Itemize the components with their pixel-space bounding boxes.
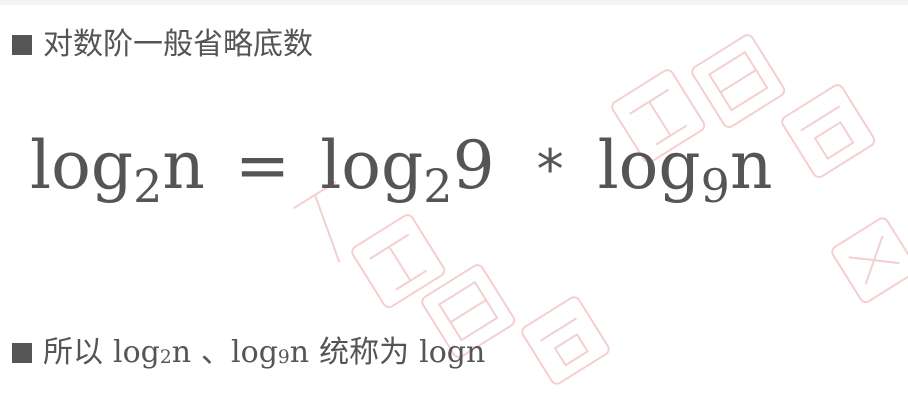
conclusion-term1-log: log: [113, 335, 160, 370]
formula-lhs-base: 2: [133, 159, 163, 213]
formula-equals: =: [234, 127, 291, 204]
conclusion-term1-base: 2: [159, 346, 172, 368]
bullet-square-icon: [12, 35, 32, 55]
conclusion-middle: 统称为: [319, 335, 410, 370]
conclusion-separator: 、: [201, 335, 232, 370]
formula-lhs-arg: n: [162, 127, 205, 204]
formula-rhs1-arg: 9: [452, 127, 495, 204]
top-divider: [0, 0, 908, 5]
bullet-square-icon: [12, 343, 32, 363]
log-base-conversion-formula: log 2 n = log 2 9 * log 9 n: [30, 127, 890, 210]
heading-bullet: 对数阶一般省略底数: [12, 30, 313, 60]
conclusion-bullet: 所以 log 2 n 、 log 9 n 统称为 logn: [12, 338, 485, 368]
conclusion-result: logn: [419, 335, 486, 370]
conclusion-term2-arg: n: [289, 335, 310, 370]
heading-text: 对数阶一般省略底数: [43, 27, 313, 62]
formula-multiply: *: [536, 138, 564, 201]
conclusion-term2-base: 9: [277, 346, 290, 368]
formula-rhs1-base: 2: [423, 159, 453, 213]
slide: 对数阶一般省略底数 log 2 n = log 2 9 * log 9 n 所以…: [0, 0, 908, 405]
conclusion-prefix: 所以: [43, 335, 103, 370]
formula-rhs1-log: log: [320, 127, 424, 204]
formula-lhs-log: log: [30, 127, 134, 204]
formula-rhs2-arg: n: [729, 127, 773, 204]
conclusion-term2-log: log: [231, 335, 278, 370]
formula-rhs2-base: 9: [700, 159, 730, 213]
conclusion-term1-arg: n: [171, 335, 192, 370]
formula-rhs2-log: log: [597, 127, 701, 204]
